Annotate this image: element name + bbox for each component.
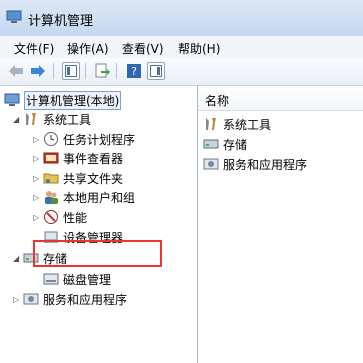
help-icon[interactable]: ? <box>125 62 143 80</box>
menu-view[interactable]: 查看(V) <box>122 40 164 57</box>
tree-item-task-scheduler[interactable]: ▷ 任务计划程序 <box>33 130 135 148</box>
toolbar-separator <box>85 63 86 79</box>
computer-management-icon <box>6 9 22 25</box>
list-item-label: 存储 <box>223 137 248 152</box>
toolbar-separator <box>116 63 117 79</box>
users-icon <box>43 189 59 205</box>
collapsed-arrow-icon[interactable]: ▷ <box>33 154 43 163</box>
menu-bar: 文件(F) 操作(A) 查看(V) 帮助(H) <box>0 36 363 58</box>
menu-action[interactable]: 操作(A) <box>67 40 109 57</box>
tree-label: 系统工具 <box>43 112 92 127</box>
tree-item-event-viewer[interactable]: ▷ 事件查看器 <box>33 149 123 167</box>
back-arrow-icon[interactable] <box>7 62 25 80</box>
shared-folder-icon <box>43 170 59 186</box>
list-item[interactable]: 存储 <box>203 135 247 153</box>
export-list-icon[interactable] <box>93 62 111 80</box>
navigation-tree: 计算机管理(本地) ◢ 系统工具 ▷ 任务计划程序 ▷ 事件查看器 ▷ 共享文件… <box>0 86 198 363</box>
storage-icon <box>203 136 219 152</box>
list-item-label: 服务和应用程序 <box>223 157 308 172</box>
tree-label: 磁盘管理 <box>63 272 112 287</box>
system-tools-icon <box>23 111 39 127</box>
highlight-box <box>33 240 162 267</box>
list-item[interactable]: 系统工具 <box>203 115 271 133</box>
list-item-label: 系统工具 <box>223 117 272 132</box>
svg-text:?: ? <box>131 65 137 78</box>
collapsed-arrow-icon[interactable]: ▷ <box>33 213 43 222</box>
show-action-pane-icon[interactable] <box>147 62 165 80</box>
collapsed-arrow-icon[interactable]: ▷ <box>33 193 43 202</box>
details-pane: 名称 系统工具 存储 服务和应用程序 <box>198 86 363 363</box>
tree-item-services-apps[interactable]: ▷ 服务和应用程序 <box>13 290 127 308</box>
tree-item-root[interactable]: 计算机管理(本地) <box>4 90 122 110</box>
tree-label: 性能 <box>63 210 88 225</box>
tree-item-shared-folders[interactable]: ▷ 共享文件夹 <box>33 169 123 187</box>
tree-item-disk-management[interactable]: 磁盘管理 <box>43 270 111 288</box>
menu-help[interactable]: 帮助(H) <box>178 40 220 57</box>
clock-icon <box>43 131 59 147</box>
collapsed-arrow-icon[interactable]: ▷ <box>33 174 43 183</box>
performance-icon <box>43 209 59 225</box>
tree-item-local-users[interactable]: ▷ 本地用户和组 <box>33 188 135 206</box>
menu-file[interactable]: 文件(F) <box>14 40 54 57</box>
column-header-label: 名称 <box>205 94 230 108</box>
forward-arrow-icon[interactable] <box>29 62 47 80</box>
collapsed-arrow-icon[interactable]: ▷ <box>13 295 23 304</box>
tree-label: 共享文件夹 <box>63 171 124 186</box>
services-icon <box>23 291 39 307</box>
services-icon <box>203 156 219 172</box>
collapsed-arrow-icon[interactable]: ▷ <box>33 135 43 144</box>
expanded-arrow-icon[interactable]: ◢ <box>13 115 23 124</box>
tree-label: 服务和应用程序 <box>43 292 128 307</box>
title-bar: 计算机管理 <box>0 0 363 36</box>
tree-item-performance[interactable]: ▷ 性能 <box>33 208 87 226</box>
tree-item-system-tools[interactable]: ◢ 系统工具 <box>13 110 91 128</box>
tree-label: 本地用户和组 <box>63 190 136 205</box>
tree-label: 事件查看器 <box>63 151 124 166</box>
column-header-name[interactable]: 名称 <box>198 86 363 111</box>
list-item[interactable]: 服务和应用程序 <box>203 155 307 173</box>
toolbar: ? <box>0 58 363 86</box>
tree-label: 任务计划程序 <box>63 132 136 147</box>
tree-label: 计算机管理(本地) <box>24 90 122 110</box>
show-hide-tree-icon[interactable] <box>62 62 80 80</box>
window-title: 计算机管理 <box>28 14 94 29</box>
disk-management-icon <box>43 271 59 287</box>
event-viewer-icon <box>43 150 59 166</box>
system-tools-icon <box>203 116 219 132</box>
computer-management-icon <box>4 92 20 108</box>
toolbar-separator <box>53 63 54 79</box>
expanded-arrow-icon[interactable]: ◢ <box>13 254 23 263</box>
